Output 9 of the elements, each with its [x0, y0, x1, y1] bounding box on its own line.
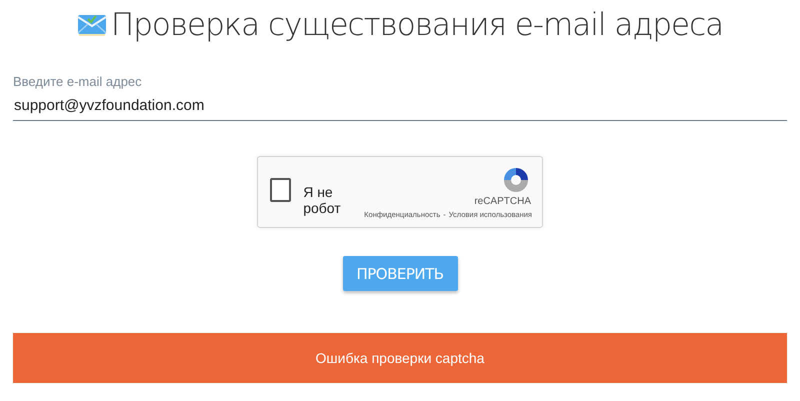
- page-title: Проверка существования e-mail адреса: [110, 7, 724, 43]
- recaptcha-logo-icon: [501, 165, 531, 195]
- field-label: Введите e-mail адрес: [13, 74, 142, 89]
- envelope-icon: [76, 13, 107, 37]
- captcha-label: Я не робот: [303, 184, 342, 216]
- email-input[interactable]: support@yvzfoundation.com: [13, 91, 787, 121]
- error-message: Ошибка проверки captcha: [316, 350, 484, 366]
- recaptcha-brand: reCAPTCHA: [474, 196, 531, 207]
- captcha-checkbox[interactable]: [270, 178, 292, 202]
